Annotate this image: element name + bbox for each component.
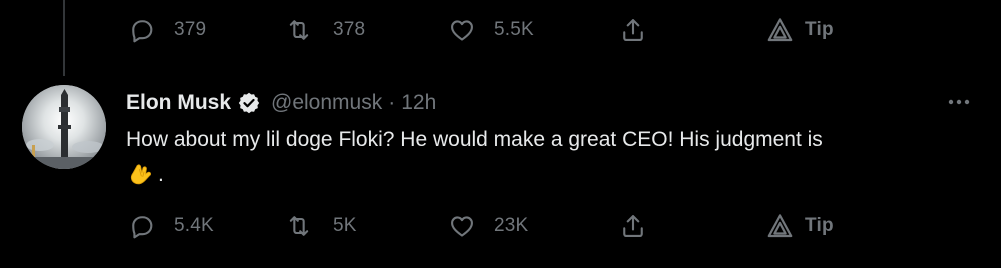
avatar-image	[22, 85, 106, 169]
header-separator: ·	[388, 91, 396, 114]
heart-icon	[451, 20, 473, 41]
reply-icon	[132, 216, 153, 239]
author-handle[interactable]: @elonmusk	[271, 91, 382, 115]
retweet-icon	[289, 20, 309, 40]
tip-label: Tip	[805, 19, 834, 40]
reply-icon	[132, 20, 153, 43]
tip-button[interactable]: Tip	[765, 15, 834, 45]
reply-button[interactable]: 379	[128, 15, 206, 45]
verified-badge-icon	[238, 92, 260, 114]
avatar[interactable]	[22, 85, 106, 169]
tip-icon	[767, 214, 793, 238]
tweet-timestamp[interactable]: 12h	[401, 91, 436, 115]
like-count: 23K	[494, 215, 529, 236]
more-icon	[948, 99, 970, 105]
tip-button[interactable]: Tip	[765, 211, 834, 241]
tweet-text-end: .	[158, 163, 164, 186]
heart-icon	[451, 216, 473, 237]
retweet-count: 378	[333, 19, 366, 40]
like-button[interactable]: 5.5K	[448, 15, 534, 45]
tip-icon	[767, 18, 793, 42]
share-icon	[623, 215, 643, 237]
share-button[interactable]	[619, 15, 647, 45]
retweet-icon	[289, 216, 309, 236]
retweet-button[interactable]: 378	[285, 15, 365, 45]
share-icon	[623, 19, 643, 41]
retweet-count: 5K	[333, 215, 357, 236]
tweet-text: How about my lil doge Floki? He would ma…	[126, 128, 823, 151]
author-name[interactable]: Elon Musk	[126, 91, 231, 115]
pinched-fingers-emoji	[130, 164, 151, 185]
like-count: 5.5K	[494, 19, 534, 40]
tweet-header: Elon Musk @elonmusk · 12h	[126, 88, 436, 118]
retweet-button[interactable]: 5K	[285, 211, 357, 241]
thread-connector-line	[63, 0, 65, 76]
tip-label: Tip	[805, 215, 834, 236]
more-options-button[interactable]	[942, 88, 976, 116]
share-button[interactable]	[619, 211, 647, 241]
reply-count: 379	[174, 19, 207, 40]
reply-button[interactable]: 5.4K	[128, 211, 214, 241]
reply-count: 5.4K	[174, 215, 214, 236]
tweet-text-line-2: .	[126, 160, 164, 190]
like-button[interactable]: 23K	[448, 211, 528, 241]
